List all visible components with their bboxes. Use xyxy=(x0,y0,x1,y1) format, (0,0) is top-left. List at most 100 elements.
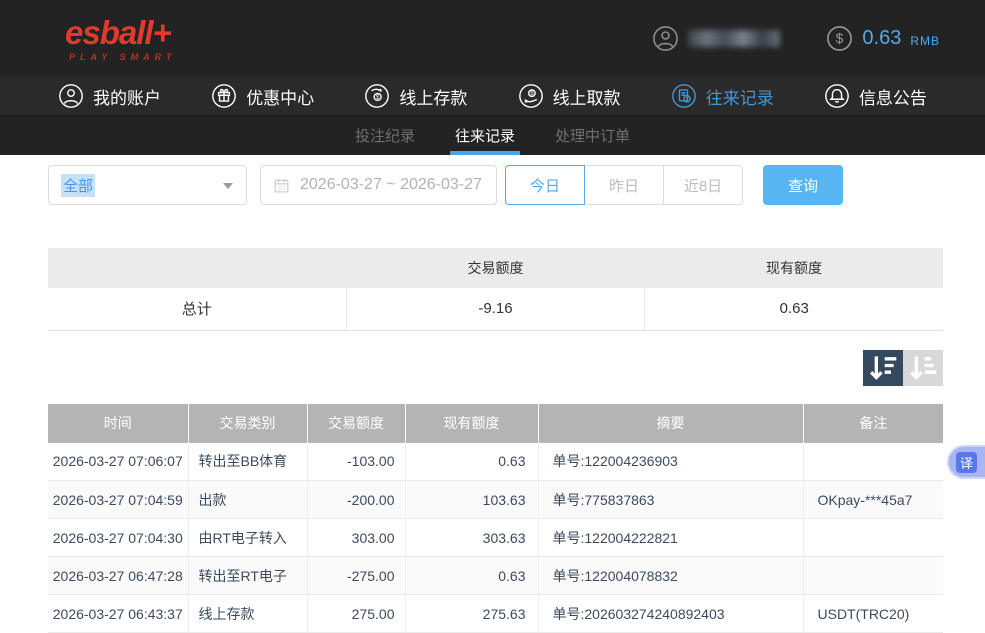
logo[interactable]: esball+ PLAY SMART xyxy=(65,16,177,62)
cell-summary: 单号:122004236903 xyxy=(538,443,803,481)
logo-tagline: PLAY SMART xyxy=(65,53,177,62)
cell-type: 转出至BB体育 xyxy=(188,443,307,481)
transactions-header-row: 时间 交易类别 交易额度 现有额度 摘要 备注 xyxy=(48,404,943,443)
cell-remark: USDT(TRC20) xyxy=(803,595,943,633)
nav-label: 我的账户 xyxy=(93,84,161,109)
cell-time: 2026-03-27 06:43:37 xyxy=(48,595,188,633)
tab-betting-records[interactable]: 投注纪录 xyxy=(350,116,420,155)
cell-summary: 单号:202603274240892403 xyxy=(538,595,803,633)
col-summary: 摘要 xyxy=(538,404,803,443)
sort-descending-icon xyxy=(863,348,903,388)
nav-label: 线上存款 xyxy=(399,84,467,109)
cell-amount: -200.00 xyxy=(307,481,405,519)
balance-currency: RMB xyxy=(910,34,940,48)
cell-balance: 103.63 xyxy=(405,481,538,519)
gift-icon xyxy=(211,83,237,109)
summary-col-transaction-amount: 交易额度 xyxy=(346,248,645,288)
username-redacted xyxy=(688,30,780,47)
announcement-bell-icon xyxy=(824,83,850,109)
summary-total-row: 总计 -9.16 0.63 xyxy=(48,288,943,330)
dollar-coin-icon: $ xyxy=(826,25,853,52)
user-icon xyxy=(58,83,84,109)
query-button[interactable]: 查询 xyxy=(763,165,843,205)
summary-transaction-total: -9.16 xyxy=(346,288,645,330)
cell-remark: OKpay-***45a7 xyxy=(803,481,943,519)
withdraw-icon: $ xyxy=(518,83,544,109)
cell-remark xyxy=(803,443,943,481)
cell-balance: 0.63 xyxy=(405,557,538,595)
balance-chip[interactable]: $ 0.63 RMB xyxy=(826,25,940,52)
summary-total-label: 总计 xyxy=(48,288,346,330)
table-row: 2026-03-27 06:43:37 线上存款 275.00 275.63 单… xyxy=(48,595,943,633)
record-subtabs: 投注纪录 往来记录 处理中订单 xyxy=(0,116,985,155)
cell-amount: 303.00 xyxy=(307,519,405,557)
sort-descending-button[interactable] xyxy=(863,350,903,386)
nav-label: 信息公告 xyxy=(859,84,927,109)
date-range-value: 2026-03-27 ~ 2026-03-27 xyxy=(300,176,482,194)
summary-col-current-balance: 现有额度 xyxy=(645,248,943,288)
logo-text: esball+ xyxy=(65,16,177,49)
tab-transaction-records[interactable]: 往来记录 xyxy=(450,116,520,155)
cell-type: 转出至RT电子 xyxy=(188,557,307,595)
nav-item-promotions[interactable]: 优惠中心 xyxy=(211,83,314,109)
translate-icon: 译 xyxy=(956,452,977,473)
table-row: 2026-03-27 07:06:07 转出至BB体育 -103.00 0.63… xyxy=(48,443,943,481)
deposit-icon: $ xyxy=(364,83,390,109)
cell-remark xyxy=(803,557,943,595)
sort-ascending-button[interactable] xyxy=(903,350,943,386)
cell-amount: -103.00 xyxy=(307,443,405,481)
sort-ascending-icon xyxy=(903,348,943,388)
cell-balance: 275.63 xyxy=(405,595,538,633)
nav-label: 优惠中心 xyxy=(246,84,314,109)
table-row: 2026-03-27 07:04:30 由RT电子转入 303.00 303.6… xyxy=(48,519,943,557)
range-button-today[interactable]: 今日 xyxy=(505,165,585,205)
quick-range-group: 今日 昨日 近8日 xyxy=(505,165,743,205)
table-row: 2026-03-27 06:47:28 转出至RT电子 -275.00 0.63… xyxy=(48,557,943,595)
chevron-down-icon xyxy=(223,183,233,189)
sort-controls xyxy=(48,350,943,386)
category-dropdown[interactable]: 全部 xyxy=(48,165,247,205)
cell-balance: 303.63 xyxy=(405,519,538,557)
summary-table: 交易额度 现有额度 总计 -9.16 0.63 xyxy=(48,248,943,331)
user-account-chip[interactable] xyxy=(652,25,780,52)
balance-amount: 0.63 xyxy=(862,27,901,50)
cell-time: 2026-03-27 07:04:59 xyxy=(48,481,188,519)
range-button-yesterday[interactable]: 昨日 xyxy=(584,165,664,205)
col-transaction-amount: 交易额度 xyxy=(307,404,405,443)
col-current-balance: 现有额度 xyxy=(405,404,538,443)
cell-type: 由RT电子转入 xyxy=(188,519,307,557)
range-button-last-8-days[interactable]: 近8日 xyxy=(663,165,743,205)
top-header: esball+ PLAY SMART $ 0.63 RMB xyxy=(0,0,985,77)
cell-type: 线上存款 xyxy=(188,595,307,633)
table-row: 2026-03-27 07:04:59 出款 -200.00 103.63 单号… xyxy=(48,481,943,519)
date-range-input[interactable]: 2026-03-27 ~ 2026-03-27 xyxy=(260,165,497,205)
main-nav: 我的账户 优惠中心 $ 线上存款 $ xyxy=(0,77,985,116)
cell-summary: 单号:122004078832 xyxy=(538,557,803,595)
summary-balance-total: 0.63 xyxy=(645,288,943,330)
transactions-table: 时间 交易类别 交易额度 现有额度 摘要 备注 2026-03-27 07:06… xyxy=(48,404,943,633)
summary-header-row: 交易额度 现有额度 xyxy=(48,248,943,288)
category-dropdown-value: 全部 xyxy=(61,174,95,197)
nav-item-withdraw[interactable]: $ 线上取款 xyxy=(518,83,621,109)
filter-row: 全部 2026-03-27 ~ 2026-03-27 今日 昨日 近8日 查询 xyxy=(48,165,943,205)
nav-item-my-account[interactable]: 我的账户 xyxy=(58,83,161,109)
cell-time: 2026-03-27 07:06:07 xyxy=(48,443,188,481)
svg-text:$: $ xyxy=(836,31,844,46)
col-time: 时间 xyxy=(48,404,188,443)
translate-floating-button[interactable]: 译 xyxy=(947,445,985,479)
nav-item-announcements[interactable]: 信息公告 xyxy=(824,83,927,109)
col-transaction-type: 交易类别 xyxy=(188,404,307,443)
cell-summary: 单号:122004222821 xyxy=(538,519,803,557)
nav-label: 往来记录 xyxy=(706,84,774,109)
col-remarks: 备注 xyxy=(803,404,943,443)
cell-type: 出款 xyxy=(188,481,307,519)
nav-item-deposit[interactable]: $ 线上存款 xyxy=(364,83,467,109)
tab-processing-orders[interactable]: 处理中订单 xyxy=(550,116,635,155)
topbar-right: $ 0.63 RMB xyxy=(652,25,940,52)
cell-amount: -275.00 xyxy=(307,557,405,595)
nav-item-transaction-records[interactable]: 往来记录 xyxy=(671,83,774,109)
summary-col-blank xyxy=(48,248,346,288)
content-area: 全部 2026-03-27 ~ 2026-03-27 今日 昨日 近8日 查询 xyxy=(0,155,985,633)
cell-remark xyxy=(803,519,943,557)
calendar-icon xyxy=(272,176,291,195)
